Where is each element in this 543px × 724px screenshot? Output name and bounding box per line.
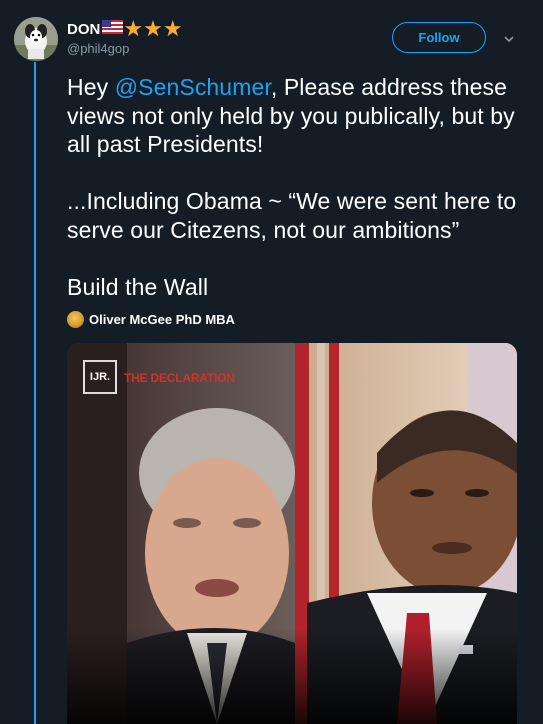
mention-link[interactable]: @SenSchumer bbox=[115, 74, 271, 100]
us-flag-icon bbox=[102, 19, 124, 39]
user-handle[interactable]: @phil4gop bbox=[67, 41, 183, 56]
star-icon: ★ bbox=[143, 16, 163, 41]
tweet-paragraph-3: Build the Wall bbox=[67, 273, 209, 300]
tweet-card: DON ★ ★ ★ @phil4gop Follow Hey @SenSchum… bbox=[0, 0, 543, 724]
chevron-down-icon[interactable] bbox=[502, 32, 516, 46]
avatar[interactable] bbox=[14, 17, 58, 61]
star-icon: ★ bbox=[162, 16, 183, 41]
tweet-text-prefix: Hey bbox=[67, 74, 115, 100]
follow-button[interactable]: Follow bbox=[392, 22, 486, 53]
video-caption: THE DECLARATION bbox=[124, 371, 235, 385]
display-name[interactable]: DON bbox=[67, 21, 100, 38]
ijr-logo: IJR. bbox=[83, 360, 117, 394]
attribution-avatar bbox=[67, 311, 84, 328]
attribution-name[interactable]: Oliver McGee PhD MBA bbox=[89, 312, 235, 327]
tweet-paragraph-2: ...Including Obama ~ “We were sent here … bbox=[67, 188, 517, 243]
video-frame bbox=[67, 343, 517, 724]
media-attribution[interactable]: Oliver McGee PhD MBA bbox=[67, 311, 235, 328]
star-icon: ★ bbox=[123, 16, 144, 41]
video-thumbnail[interactable]: IJR. THE DECLARATION bbox=[67, 343, 517, 724]
tweet-text: Hey @SenSchumer, Please address these vi… bbox=[67, 73, 527, 301]
thread-line bbox=[34, 62, 36, 724]
name-row: DON ★ ★ ★ bbox=[67, 17, 183, 41]
tweet-paragraph-1: Hey @SenSchumer, Please address these vi… bbox=[67, 73, 527, 159]
tweet-header: DON ★ ★ ★ @phil4gop bbox=[67, 17, 183, 57]
